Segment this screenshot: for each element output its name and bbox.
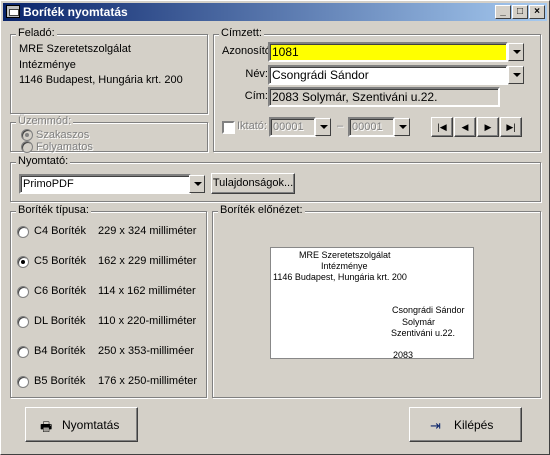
name-value: Csongrádi Sándor xyxy=(272,68,369,82)
mode-option-1-label: Szakaszos xyxy=(36,129,90,141)
envelope-option-name: C6 Boríték xyxy=(34,285,86,297)
preview-sender-line-2: Intézménye xyxy=(321,261,368,271)
sender-legend: Feladó: xyxy=(16,27,57,39)
envelope-option-name: DL Boríték xyxy=(34,315,86,327)
exit-button-label: Kilépés xyxy=(454,418,494,432)
iktato-from-value: 00001 xyxy=(273,121,304,133)
sender-line-2: Intézménye xyxy=(19,59,76,71)
iktato-to-value: 00001 xyxy=(352,121,383,133)
first-record-button[interactable]: |◀ xyxy=(431,117,453,137)
envelope-option-radio[interactable] xyxy=(17,346,29,358)
envelope-option-radio[interactable] xyxy=(17,286,29,298)
envelope-option-size: 114 x 162 milliméter xyxy=(98,285,196,297)
last-icon: ▶| xyxy=(506,122,516,132)
printer-properties-button[interactable]: Tulajdonságok... xyxy=(211,173,295,194)
envelope-option-size: 250 x 353-milliméer xyxy=(98,345,194,357)
iktato-to-spin[interactable] xyxy=(394,118,410,136)
title-bar[interactable]: Boríték nyomtatás _ □ × xyxy=(3,3,547,21)
mode-legend: Üzemmód: xyxy=(16,115,74,127)
id-value: 1081 xyxy=(272,45,299,59)
envelope-option-radio[interactable] xyxy=(17,226,29,238)
envelope-type-group: Boríték típusa: xyxy=(10,204,207,398)
preview-sender-line-3: 1146 Budapest, Hungária krt. 200 xyxy=(273,272,407,282)
app-icon xyxy=(6,5,20,18)
envelope-option-name: C5 Boríték xyxy=(34,255,86,267)
iktato-from-input[interactable]: 00001 xyxy=(269,117,316,137)
mode-option-2-label: Folyamatos xyxy=(36,141,93,153)
mode-option-1-radio[interactable] xyxy=(21,129,33,141)
close-button[interactable]: × xyxy=(529,5,545,19)
printer-legend: Nyomtató: xyxy=(16,155,71,167)
iktato-dash: – xyxy=(337,120,344,132)
envelope-preview: MRE Szeretetszolgálat Intézménye 1146 Bu… xyxy=(270,247,474,360)
printer-select[interactable]: PrimoPDF xyxy=(19,174,191,194)
envelope-option-radio[interactable] xyxy=(17,376,29,388)
window-title: Boríték nyomtatás xyxy=(23,5,128,19)
id-label: Azonosító: xyxy=(222,45,274,57)
sender-line-1: MRE Szeretetszolgálat xyxy=(19,43,131,55)
iktato-to-input[interactable]: 00001 xyxy=(348,117,395,137)
printer-icon: 🖶 xyxy=(40,419,53,434)
maximize-button[interactable]: □ xyxy=(512,5,528,19)
envelope-option-radio[interactable] xyxy=(17,316,29,328)
print-button-label: Nyomtatás xyxy=(62,418,120,432)
previous-record-button[interactable]: ◀ xyxy=(454,117,476,137)
iktato-label: Iktató: xyxy=(237,120,267,132)
envelope-option-name: B5 Boríték xyxy=(34,375,86,387)
printer-dropdown-button[interactable] xyxy=(189,175,205,193)
preview-recipient-line-3: Szentiváni u.22. xyxy=(391,328,456,338)
preview-recipient-line-2: Solymár xyxy=(402,317,436,327)
previous-icon: ◀ xyxy=(461,122,469,132)
name-input[interactable]: Csongrádi Sándor xyxy=(268,65,508,85)
id-dropdown-button[interactable] xyxy=(508,43,524,61)
recipient-legend: Címzett: xyxy=(219,27,264,39)
address-label: Cím: xyxy=(244,90,268,102)
printer-selected: PrimoPDF xyxy=(23,178,74,190)
exit-icon: ⇥ xyxy=(430,418,441,433)
preview-legend: Boríték előnézet: xyxy=(218,204,305,216)
next-record-button[interactable]: ▶ xyxy=(477,117,499,137)
name-dropdown-button[interactable] xyxy=(508,66,524,84)
envelope-type-legend: Boríték típusa: xyxy=(16,204,91,216)
next-icon: ▶ xyxy=(484,122,492,132)
sender-line-3: 1146 Budapest, Hungária krt. 200 xyxy=(19,74,183,86)
envelope-option-size: 229 x 324 milliméter xyxy=(98,225,197,237)
iktato-checkbox[interactable] xyxy=(222,121,235,134)
preview-recipient-line-4: 2083 xyxy=(393,350,414,360)
envelope-option-name: C4 Boríték xyxy=(34,225,86,237)
first-icon: |◀ xyxy=(437,122,447,132)
minimize-button[interactable]: _ xyxy=(495,5,511,19)
exit-button[interactable]: ⇥ Kilépés xyxy=(409,407,522,442)
preview-recipient-line-1: Csongrádi Sándor xyxy=(392,305,465,315)
address-value: 2083 Solymár, Szentiváni u.22. xyxy=(272,90,438,104)
preview-sender-line-1: MRE Szeretetszolgálat xyxy=(299,250,391,260)
iktato-from-spin[interactable] xyxy=(315,118,331,136)
last-record-button[interactable]: ▶| xyxy=(500,117,522,137)
main-window: Boríték nyomtatás _ □ × Feladó: MRE Szer… xyxy=(0,0,550,455)
envelope-option-size: 110 x 220-milliméter xyxy=(98,315,197,327)
envelope-option-size: 162 x 229 milliméter xyxy=(98,255,197,267)
envelope-option-name: B4 Boríték xyxy=(34,345,86,357)
envelope-option-radio[interactable] xyxy=(17,256,29,268)
address-field: 2083 Solymár, Szentiváni u.22. xyxy=(268,87,500,107)
id-input[interactable]: 1081 xyxy=(268,42,508,62)
mode-option-2-radio[interactable] xyxy=(21,141,33,153)
envelope-option-size: 176 x 250-milliméter xyxy=(98,375,198,387)
print-button[interactable]: 🖶 Nyomtatás xyxy=(25,407,138,442)
name-label: Név: xyxy=(245,68,268,80)
